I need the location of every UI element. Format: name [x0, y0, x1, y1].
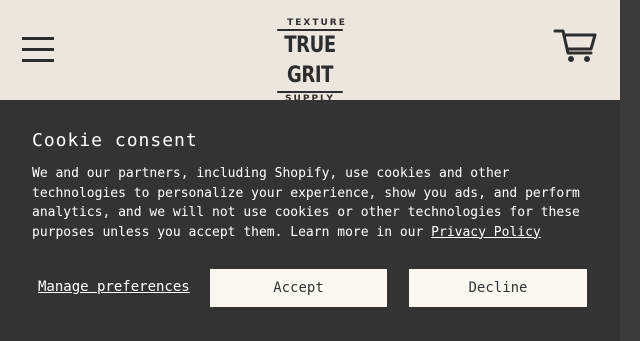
- site-logo[interactable]: TEXTURE TRUE GRIT SUPPLY: [264, 18, 356, 104]
- logo-top-text: TEXTURE: [287, 18, 347, 28]
- decline-button[interactable]: Decline: [409, 269, 587, 307]
- cookie-consent-title: Cookie consent: [32, 130, 198, 151]
- shopping-cart-icon[interactable]: [553, 27, 599, 65]
- page-scrollbar[interactable]: [620, 0, 640, 341]
- cookie-consent-text: We and our partners, including Shopify, …: [32, 164, 592, 242]
- manage-preferences-link[interactable]: Manage preferences: [38, 279, 190, 295]
- cookie-consent-banner: Cookie consent We and our partners, incl…: [0, 100, 620, 341]
- accept-button[interactable]: Accept: [210, 269, 387, 307]
- privacy-policy-link[interactable]: Privacy Policy: [431, 225, 541, 240]
- hamburger-menu-icon[interactable]: [22, 37, 54, 63]
- site-header: TEXTURE TRUE GRIT SUPPLY: [0, 0, 620, 104]
- logo-main-text: TRUE GRIT: [277, 29, 343, 93]
